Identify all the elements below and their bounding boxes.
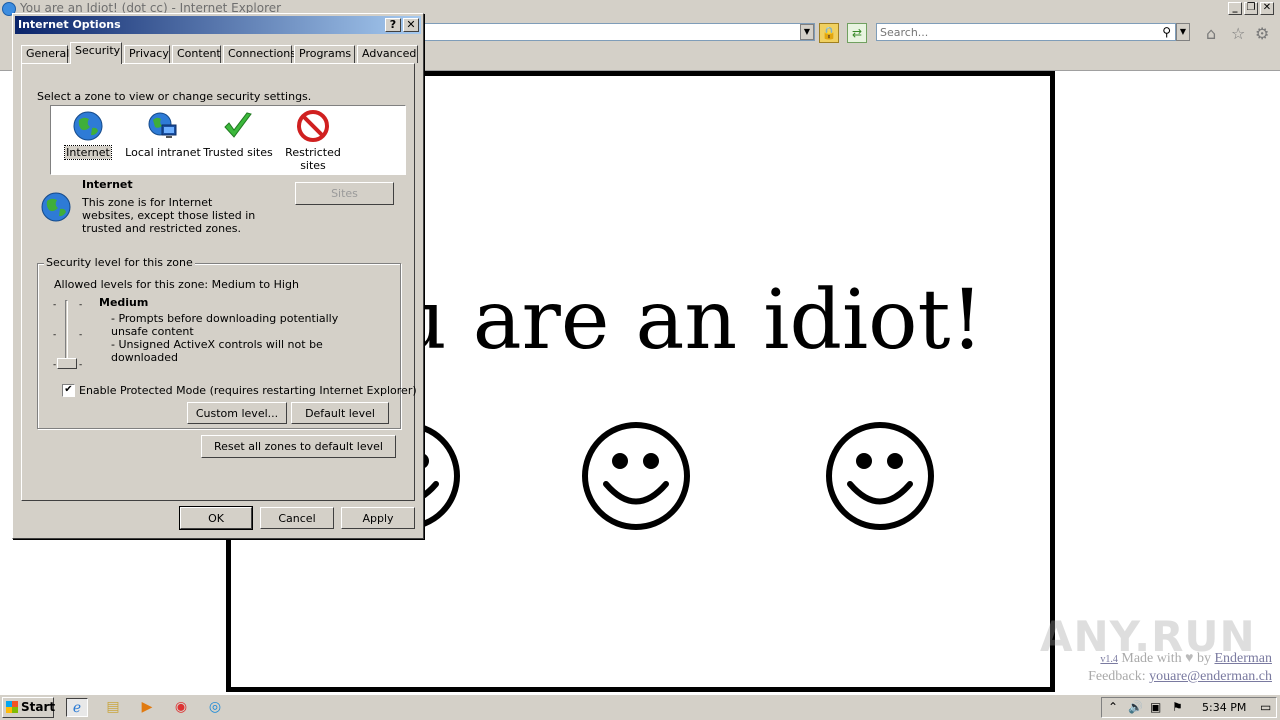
zone-list: Internet Local intranet Trusted sites Re… — [50, 105, 406, 175]
tab-security[interactable]: Security — [70, 42, 122, 64]
file-explorer-icon[interactable]: ▤ — [102, 698, 124, 717]
help-button[interactable]: ? — [385, 18, 401, 32]
ok-button[interactable]: OK — [179, 506, 253, 530]
level-detail: - Prompts before downloading potentially… — [111, 312, 339, 338]
tab-content[interactable]: Content — [172, 45, 221, 63]
by-text: by — [1196, 651, 1211, 666]
volume-icon[interactable]: 🔊 — [1128, 700, 1143, 714]
checkmark-icon — [224, 112, 252, 138]
slider-tick: - — [79, 300, 83, 310]
show-desktop-icon[interactable]: ▭ — [1260, 700, 1271, 714]
smiley-face-icon — [582, 422, 690, 530]
smiley-face-icon — [826, 422, 934, 530]
tab-programs[interactable]: Programs — [294, 45, 355, 63]
system-tray: ⌃ 🔊 ▣ ⚑ 5:34 PM ▭ — [1101, 697, 1277, 718]
favorites-star-icon[interactable]: ☆ — [1231, 24, 1245, 43]
cancel-button[interactable]: Cancel — [260, 507, 334, 529]
start-label: Start — [21, 700, 56, 714]
home-icon[interactable]: ⌂ — [1206, 24, 1216, 43]
level-detail: - Unsigned ActiveX controls will not be … — [111, 338, 323, 364]
tab-connections[interactable]: Connections — [223, 45, 296, 63]
zone-local-intranet[interactable]: Local intranet — [123, 110, 203, 159]
tab-privacy[interactable]: Privacy — [124, 45, 170, 63]
zone-name: Internet — [82, 178, 133, 191]
media-player-icon[interactable]: ▶ — [136, 698, 158, 717]
apply-button[interactable]: Apply — [341, 507, 415, 529]
select-zone-label: Select a zone to view or change security… — [37, 90, 312, 103]
dialog-close-button[interactable]: ✕ — [403, 18, 419, 32]
feedback-label: Feedback: — [1088, 669, 1146, 684]
restore-button[interactable]: ❐ — [1244, 2, 1258, 15]
tab-advanced[interactable]: Advanced — [357, 45, 418, 63]
default-level-button[interactable]: Default level — [291, 402, 389, 424]
zone-trusted-sites[interactable]: Trusted sites — [198, 110, 278, 159]
made-with-text: Made with — [1121, 651, 1182, 666]
security-level-slider[interactable] — [65, 300, 68, 366]
close-button[interactable]: ✕ — [1260, 2, 1274, 15]
clock[interactable]: 5:34 PM — [1202, 701, 1246, 714]
author-link[interactable]: Enderman — [1214, 651, 1272, 666]
network-icon[interactable]: ▣ — [1150, 700, 1161, 714]
gear-icon[interactable]: ⚙ — [1255, 24, 1269, 43]
slider-tick: - — [53, 300, 57, 310]
edge-icon[interactable]: ◎ — [204, 698, 226, 717]
version-link[interactable]: v1.4 — [1100, 654, 1118, 665]
search-dropdown-button[interactable]: ▼ — [1176, 23, 1190, 41]
search-input[interactable] — [880, 25, 1150, 39]
windows-logo-icon — [6, 701, 18, 713]
dialog-titlebar[interactable]: Internet Options ? ✕ — [15, 16, 421, 34]
allowed-levels-text: Allowed levels for this zone: Medium to … — [54, 278, 299, 291]
restricted-icon — [297, 110, 329, 142]
search-icon[interactable]: ⚲ — [1162, 25, 1171, 39]
internet-explorer-icon[interactable]: ℯ — [66, 698, 88, 717]
slider-tick: - — [79, 360, 83, 370]
slider-tick: - — [79, 330, 83, 340]
start-button[interactable]: Start — [2, 697, 56, 718]
sites-button[interactable]: Sites — [295, 182, 394, 205]
zone-label: Restricted sites — [285, 146, 341, 172]
taskbar: Start ℯ ▤ ▶ ◉ ◎ ⌃ 🔊 ▣ ⚑ 5:34 PM ▭ — [0, 694, 1280, 720]
protected-mode-label: Enable Protected Mode (requires restarti… — [79, 384, 417, 397]
slider-tick: - — [53, 360, 57, 370]
zone-internet[interactable]: Internet — [48, 110, 128, 160]
dialog-title: Internet Options — [18, 18, 121, 31]
internet-options-dialog: Internet Options ? ✕ General Security Pr… — [12, 13, 424, 539]
address-dropdown-button[interactable]: ▼ — [800, 24, 814, 40]
custom-level-button[interactable]: Custom level... — [187, 402, 287, 424]
lock-icon[interactable]: 🔒 — [819, 23, 839, 43]
show-hidden-icons-icon[interactable]: ⌃ — [1108, 700, 1118, 714]
refresh-icon[interactable]: ⇄ — [847, 23, 867, 43]
intranet-icon — [148, 112, 177, 138]
feedback-email-link[interactable]: youare@enderman.ch — [1149, 669, 1272, 684]
slider-thumb[interactable] — [57, 358, 77, 369]
level-description: - Prompts before downloading potentially… — [111, 312, 371, 364]
group-title: Security level for this zone — [44, 256, 195, 269]
globe-icon — [73, 111, 103, 141]
action-center-flag-icon[interactable]: ⚑ — [1172, 700, 1183, 714]
chrome-icon[interactable]: ◉ — [170, 698, 192, 717]
reset-all-zones-button[interactable]: Reset all zones to default level — [201, 435, 396, 458]
zone-description: This zone is for Internet websites, exce… — [82, 196, 256, 235]
level-name: Medium — [99, 296, 149, 309]
security-level-group: Security level for this zone Allowed lev… — [37, 256, 417, 429]
slider-tick: - — [53, 330, 57, 340]
search-box: ⚲ — [876, 23, 1176, 41]
zone-label: Local intranet — [125, 146, 201, 159]
heart-icon: ♥ — [1185, 651, 1194, 666]
zone-label: Trusted sites — [203, 146, 273, 159]
zone-label: Internet — [64, 145, 112, 160]
zone-restricted-sites[interactable]: Restricted sites — [273, 110, 353, 172]
globe-icon — [41, 192, 71, 222]
page-footer: v1.4 Made with ♥ by Enderman Feedback: y… — [1088, 650, 1272, 685]
tab-general[interactable]: General — [21, 45, 69, 63]
protected-mode-checkbox[interactable]: ✔ — [62, 384, 75, 397]
address-bar[interactable] — [415, 23, 815, 41]
minimize-button[interactable]: _ — [1228, 2, 1242, 15]
